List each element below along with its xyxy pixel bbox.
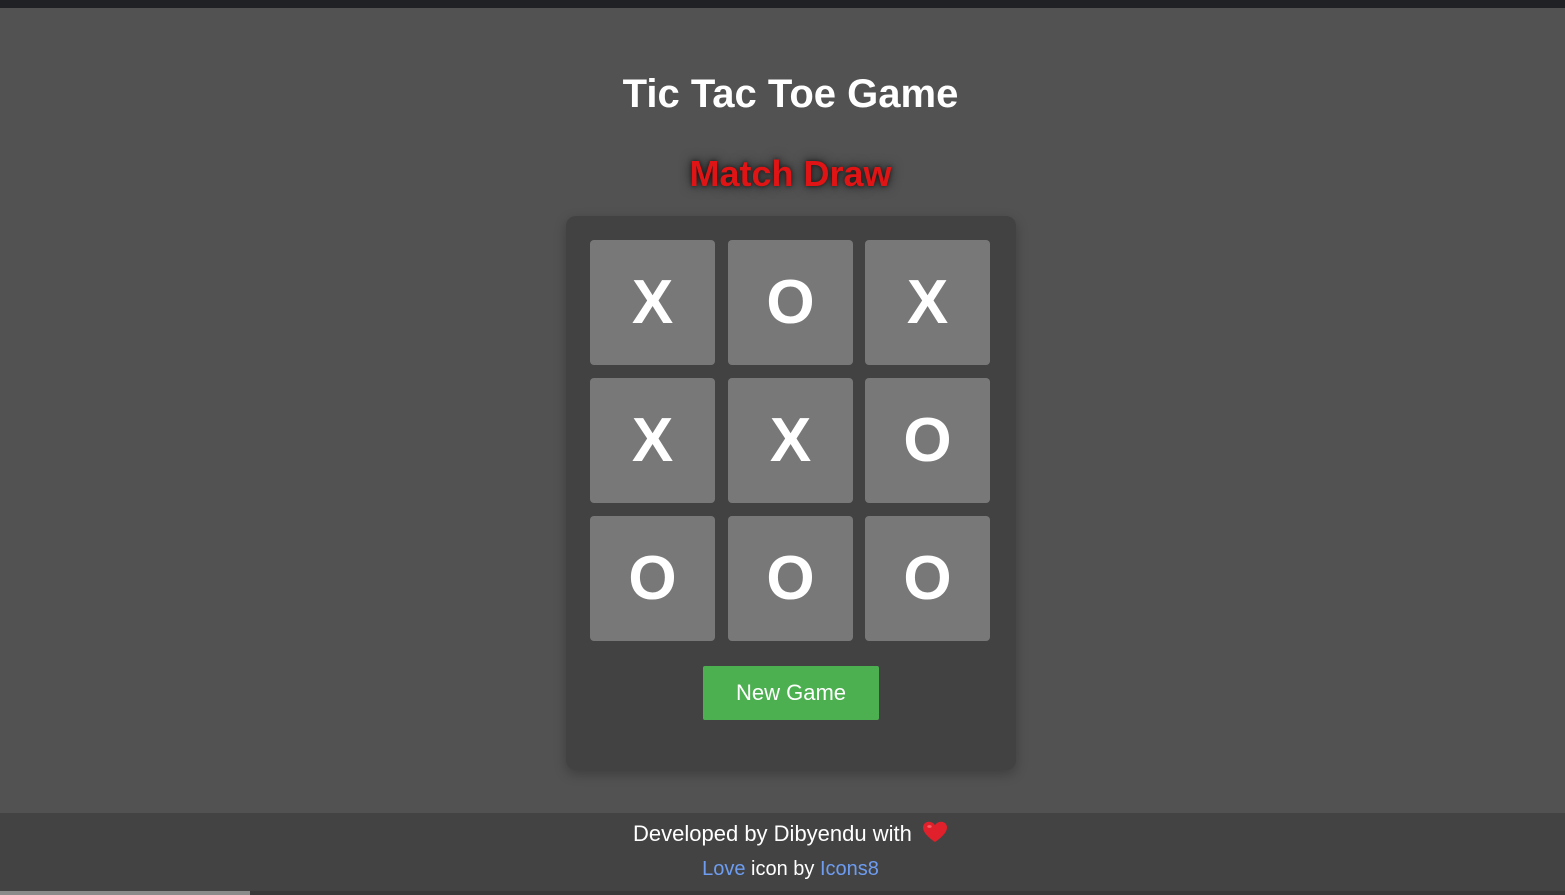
game-board: X O X X X O O O O xyxy=(590,240,991,641)
icon-by-text: icon by xyxy=(751,858,815,880)
icons8-link[interactable]: Icons8 xyxy=(820,858,879,880)
board-cell-3[interactable]: X xyxy=(865,240,990,365)
love-icon-link[interactable]: Love xyxy=(702,858,745,880)
board-cell-5[interactable]: X xyxy=(728,378,853,503)
board-cell-4[interactable]: X xyxy=(590,378,715,503)
board-cell-9[interactable]: O xyxy=(865,516,990,641)
horizontal-scrollbar[interactable] xyxy=(0,891,1565,895)
board-cell-1[interactable]: X xyxy=(590,240,715,365)
footer-attribution: Love icon by Icons8 xyxy=(0,857,1565,881)
board-cell-6[interactable]: O xyxy=(865,378,990,503)
developed-by-text: Developed by Dibyendu with xyxy=(633,821,912,846)
scrollbar-thumb[interactable] xyxy=(0,891,250,895)
heart-icon xyxy=(922,821,948,849)
board-cell-2[interactable]: O xyxy=(728,240,853,365)
page-title: Tic Tac Toe Game xyxy=(622,72,959,116)
footer-credit: Developed by Dibyendu with xyxy=(0,821,1565,849)
browser-top-bar xyxy=(0,0,1565,8)
board-cell-7[interactable]: O xyxy=(590,516,715,641)
footer: Developed by Dibyendu with Love icon by … xyxy=(0,813,1565,895)
board-cell-8[interactable]: O xyxy=(728,516,853,641)
game-status: Match Draw xyxy=(689,153,892,194)
new-game-button[interactable]: New Game xyxy=(703,666,879,720)
board-panel: X O X X X O O O O New Game xyxy=(566,216,1016,770)
